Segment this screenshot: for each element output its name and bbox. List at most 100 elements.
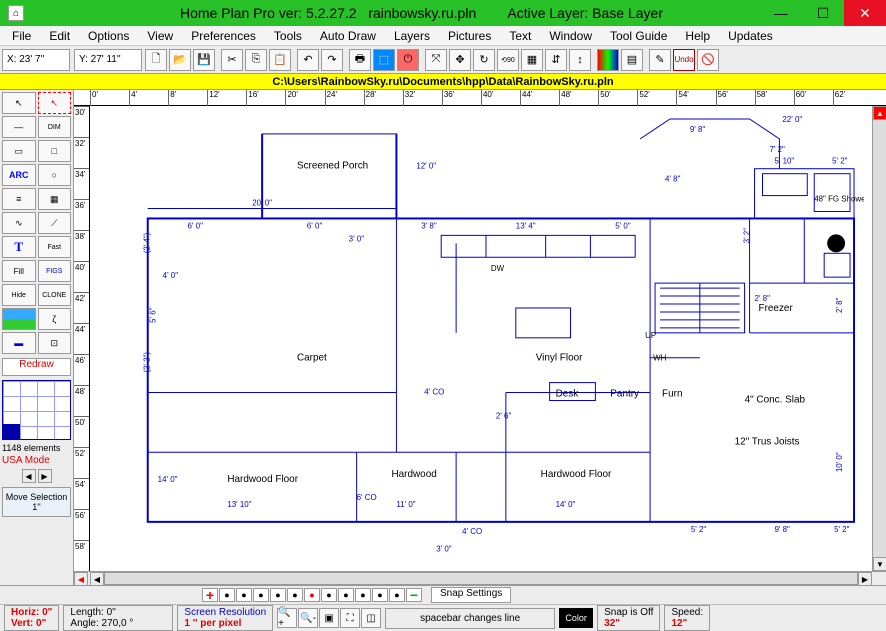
menu-options[interactable]: Options [80, 27, 137, 45]
snap-dot-icon[interactable]: ● [304, 588, 320, 602]
move-icon[interactable]: ✥ [449, 49, 471, 71]
prohibit-icon[interactable]: 🚫 [697, 49, 719, 71]
zoom-win-icon[interactable]: ◫ [361, 608, 381, 628]
fasttext-icon[interactable]: Fast [38, 236, 72, 258]
save-icon[interactable]: 💾 [193, 49, 215, 71]
menu-window[interactable]: Window [541, 27, 600, 45]
zoom-fit-icon[interactable]: ▣ [319, 608, 339, 628]
undo-label-icon[interactable]: Undo [673, 49, 695, 71]
menu-view[interactable]: View [139, 27, 181, 45]
hide-icon[interactable]: Hide [2, 284, 36, 306]
snap-plus-icon[interactable]: + [202, 588, 218, 602]
undo-icon[interactable]: ↶ [297, 49, 319, 71]
nudge-left-icon[interactable]: ◀ [22, 469, 36, 483]
line-icon[interactable]: — [2, 116, 36, 138]
cursor-icon[interactable]: ↖ [2, 92, 36, 114]
snap-dot-icon[interactable]: ● [321, 588, 337, 602]
menu-layers[interactable]: Layers [386, 27, 438, 45]
scan-icon[interactable]: ⬚ [373, 49, 395, 71]
close-button[interactable]: ✕ [844, 0, 886, 26]
snap-dot-icon[interactable]: ● [372, 588, 388, 602]
menu-edit[interactable]: Edit [41, 27, 78, 45]
brush-icon[interactable]: ✎ [649, 49, 671, 71]
menu-toolguide[interactable]: Tool Guide [602, 27, 675, 45]
palette-icon[interactable] [597, 49, 619, 71]
circle-icon[interactable]: ○ [38, 164, 72, 186]
new-icon[interactable]: 🗋 [145, 49, 167, 71]
arrows-icon[interactable]: ⤧ [425, 49, 447, 71]
rotate-icon[interactable]: ↻ [473, 49, 495, 71]
menu-autodraw[interactable]: Auto Draw [312, 27, 384, 45]
rect-icon[interactable]: ▭ [2, 140, 36, 162]
zoom-all-icon[interactable]: ⛶ [340, 608, 360, 628]
toggle-icon[interactable]: ⇵ [545, 49, 567, 71]
scroll-down-icon[interactable]: ▼ [873, 557, 886, 571]
minimap[interactable] [2, 380, 71, 440]
drawing-canvas[interactable]: 20' 0" 6' 0" 6' 0" 12' 0" 3' 8" 13' 4" 5… [90, 106, 872, 571]
menu-help[interactable]: Help [677, 27, 718, 45]
snap-dot-icon[interactable]: ● [219, 588, 235, 602]
misc-icon[interactable]: ⊡ [38, 332, 72, 354]
color-button[interactable]: Color [559, 608, 593, 628]
scroll-left-icon[interactable]: ◀ [74, 572, 88, 586]
snap-dot-icon[interactable]: ● [355, 588, 371, 602]
menu-preferences[interactable]: Preferences [183, 27, 264, 45]
updown-icon[interactable]: ↕ [569, 49, 591, 71]
scroll-right-icon[interactable]: ▶ [858, 572, 872, 586]
ruler-tick: 36' [442, 90, 481, 106]
scroll-left2-icon[interactable]: ◀ [90, 572, 104, 586]
figs-icon[interactable]: FIGS [38, 260, 72, 282]
maximize-button[interactable]: ☐ [802, 0, 844, 26]
rot90-icon[interactable]: ⟲90 [497, 49, 519, 71]
fill-icon[interactable]: Fill [2, 260, 36, 282]
svg-text:4" Conc. Slab: 4" Conc. Slab [745, 394, 806, 405]
spline-icon[interactable]: ζ [38, 308, 72, 330]
zoom-in-icon[interactable]: 🔍+ [277, 608, 297, 628]
copy-icon[interactable]: ⎘ [245, 49, 267, 71]
menu-updates[interactable]: Updates [720, 27, 781, 45]
redraw-button[interactable]: Redraw [2, 358, 71, 376]
ruler-tick: 8' [168, 90, 207, 106]
group-icon[interactable]: ▦ [521, 49, 543, 71]
exit-icon[interactable]: ⏻ [397, 49, 419, 71]
arc-icon[interactable]: ARC [2, 164, 36, 186]
snap-dot-icon[interactable]: ● [253, 588, 269, 602]
window-icon[interactable]: ▦ [38, 188, 72, 210]
horizontal-scrollbar[interactable]: ◀ ◀ ▶ [74, 571, 886, 585]
menu-tools[interactable]: Tools [266, 27, 310, 45]
svg-text:5' 10": 5' 10" [774, 157, 794, 166]
snap-dot-icon[interactable]: ● [270, 588, 286, 602]
svg-text:14' 0": 14' 0" [158, 475, 178, 484]
image-icon[interactable] [2, 308, 36, 330]
menu-pictures[interactable]: Pictures [440, 27, 499, 45]
snap-dot-icon[interactable]: ● [389, 588, 405, 602]
minimize-button[interactable]: — [760, 0, 802, 26]
door-icon[interactable]: ▬ [2, 332, 36, 354]
print-icon[interactable]: 🖶 [349, 49, 371, 71]
cut-icon[interactable]: ✂ [221, 49, 243, 71]
snap-settings-button[interactable]: Snap Settings [431, 587, 511, 603]
snap-minus-icon[interactable]: − [406, 588, 422, 602]
vertical-scrollbar[interactable]: ▲ ▼ [872, 106, 886, 571]
zoom-out-icon[interactable]: 🔍- [298, 608, 318, 628]
open-icon[interactable]: 📂 [169, 49, 191, 71]
scroll-up-icon[interactable]: ▲ [873, 106, 886, 120]
menu-file[interactable]: File [4, 27, 39, 45]
snap-dot-icon[interactable]: ● [236, 588, 252, 602]
paste-icon[interactable]: 📋 [269, 49, 291, 71]
redo-icon[interactable]: ↷ [321, 49, 343, 71]
curve-icon[interactable]: ∿ [2, 212, 36, 234]
polyline-icon[interactable]: ⟋ [38, 212, 72, 234]
text-icon[interactable]: T [2, 236, 36, 258]
left-tool-panel: ↖ ↖ — DIM ▭ □ ARC ○ ≡ ▦ ∿ ⟋ T Fast Fill … [0, 90, 74, 585]
snap-dot-icon[interactable]: ● [338, 588, 354, 602]
clone-icon[interactable]: CLONE [38, 284, 72, 306]
nudge-right-icon[interactable]: ▶ [38, 469, 52, 483]
rect2-icon[interactable]: □ [38, 140, 72, 162]
grid-icon[interactable]: ▤ [621, 49, 643, 71]
stairs-icon[interactable]: ≡ [2, 188, 36, 210]
select-icon[interactable]: ↖ [38, 92, 72, 114]
menu-text[interactable]: Text [501, 27, 539, 45]
snap-dot-icon[interactable]: ● [287, 588, 303, 602]
dim-icon[interactable]: DIM [38, 116, 72, 138]
